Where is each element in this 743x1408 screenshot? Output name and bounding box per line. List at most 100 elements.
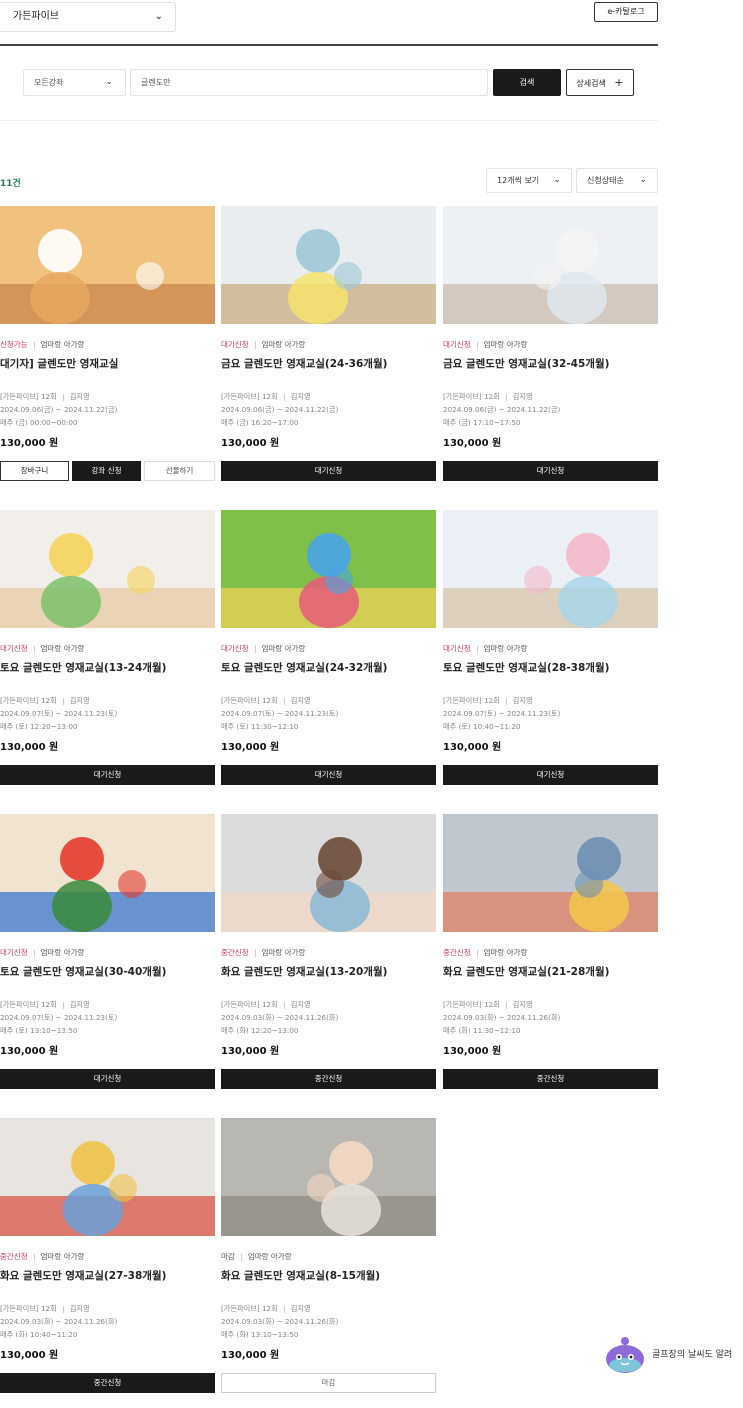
course-thumbnail[interactable]: [221, 814, 436, 932]
gift-button[interactable]: 선물하기: [144, 461, 215, 481]
apply-button[interactable]: 대기신청: [443, 765, 658, 785]
apply-button[interactable]: 대기신청: [221, 461, 436, 481]
course-thumbnail[interactable]: [221, 510, 436, 628]
tag-divider: [254, 949, 256, 957]
course-title[interactable]: 화요 글렌도만 영재교실(8-15개월): [221, 1268, 380, 1283]
category-label: 엄마랑 아가랑: [40, 644, 85, 653]
course-info-line: [가든파이브] 12회 김지영: [221, 1000, 311, 1010]
course-period: 2024.09.03(화) ~ 2024.11.26(화): [221, 1317, 339, 1326]
tag-divider: [33, 645, 35, 653]
course-info-line: [가든파이브] 12회 김지영: [443, 1000, 533, 1010]
advanced-search-label: 상세검색: [576, 79, 606, 88]
apply-button[interactable]: 대기신청: [0, 765, 215, 785]
status-badge: 대기신청: [0, 948, 28, 957]
tag-divider: [33, 1253, 35, 1261]
teacher-name: 김지영: [512, 696, 533, 705]
apply-button[interactable]: 대기신청: [443, 461, 658, 481]
course-tags: 대기신청 엄마랑 아가랑: [221, 339, 305, 350]
course-title[interactable]: 화요 글렌도만 영재교실(27-38개월): [0, 1268, 166, 1283]
course-thumbnail[interactable]: [221, 1118, 436, 1236]
course-card[interactable]: 중간신청 엄마랑 아가랑화요 글렌도만 영재교실(27-38개월) [가든파이브] …: [0, 1118, 215, 1408]
course-period: 2024.09.03(화) ~ 2024.11.26(화): [0, 1317, 118, 1326]
apply-button[interactable]: 대기신청: [0, 1069, 215, 1089]
category-label: 엄마랑 아가랑: [483, 644, 528, 653]
course-tags: 대기신청 엄마랑 아가랑: [0, 643, 84, 654]
category-label: 엄마랑 아가랑: [483, 340, 528, 349]
course-title[interactable]: 대기자] 글렌도만 영재교실: [0, 356, 118, 371]
branch-sessions: [가든파이브] 12회: [0, 1304, 57, 1313]
tag-divider: [476, 645, 478, 653]
course-schedule: 매주 (화) 11:30~12:10: [443, 1026, 521, 1035]
course-title[interactable]: 토요 글렌도만 영재교실(24-32개월): [221, 660, 387, 675]
status-badge: 중간신청: [221, 948, 249, 957]
category-label: 엄마랑 아가랑: [247, 1252, 292, 1261]
meta-divider: [62, 697, 64, 705]
course-card[interactable]: 대기신청 엄마랑 아가랑 금요 글렌도만 영재교실(24-36개월) [가든파이브] …: [221, 206, 436, 496]
course-price: 130,000 원: [0, 1350, 59, 1361]
course-period: 2024.09.03(화) ~ 2024.11.26(화): [221, 1013, 339, 1022]
per-page-select[interactable]: 12개씩 보기 ⌄: [486, 168, 572, 193]
course-thumbnail[interactable]: [0, 1118, 215, 1236]
tag-divider: [476, 341, 478, 349]
course-thumbnail[interactable]: [443, 510, 658, 628]
search-input[interactable]: 글렌도만: [130, 69, 488, 96]
course-period: 2024.09.06(금) ~ 2024.11.22(금): [0, 405, 118, 414]
course-info-line: [가든파이브] 12회 김지영: [0, 1000, 90, 1010]
apply-button[interactable]: 강좌 신청: [72, 461, 141, 481]
course-price: 130,000 원: [0, 742, 59, 753]
meta-divider: [283, 1305, 285, 1313]
status-badge: 대기신청: [221, 340, 249, 349]
tag-divider: [254, 645, 256, 653]
course-type-select[interactable]: 모든강좌 ⌄: [23, 69, 126, 96]
course-card[interactable]: 대기신청 엄마랑 아가랑 토요 글렌도만 영재교실(13-24개월) [가든파이브] …: [0, 510, 215, 800]
chatbot-widget[interactable]: 골프장의 날씨도 알려: [604, 1335, 743, 1375]
course-title[interactable]: 금요 글렌도만 영재교실(32-45개월): [443, 356, 609, 371]
course-title[interactable]: 화요 글렌도만 영재교실(21-28개월): [443, 964, 609, 979]
sort-select[interactable]: 신청상태순 ⌄: [576, 168, 658, 193]
status-badge: 대기신청: [443, 340, 471, 349]
course-card[interactable]: 신청가능 엄마랑 아가랑 대기자] 글렌도만 영재교실 [가든파이브] 12회 김지영 2…: [0, 206, 215, 496]
meta-divider: [505, 1001, 507, 1009]
status-badge: 중간신청: [0, 1252, 28, 1261]
course-thumbnail[interactable]: [443, 814, 658, 932]
course-card[interactable]: 중간신청 엄마랑 아가랑 화요 글렌도만 영재교실(13-20개월) [가든파이브] …: [221, 814, 436, 1104]
course-price: 130,000 원: [0, 438, 59, 449]
ecatalog-button[interactable]: e-카탈로그: [594, 2, 658, 22]
closed-button[interactable]: 마감: [221, 1373, 436, 1393]
cart-button[interactable]: 장바구니: [0, 461, 69, 481]
course-thumbnail[interactable]: [0, 814, 215, 932]
course-card[interactable]: 마감 엄마랑 아가랑화요 글렌도만 영재교실(8-15개월) [가든파이브] 12회…: [221, 1118, 436, 1408]
course-thumbnail[interactable]: [221, 206, 436, 324]
branch-select[interactable]: 가든파이브 ⌄: [0, 2, 176, 32]
advanced-search-button[interactable]: 상세검색 +: [566, 69, 634, 96]
course-thumbnail[interactable]: [443, 206, 658, 324]
course-title[interactable]: 토요 글렌도만 영재교실(13-24개월): [0, 660, 166, 675]
apply-button[interactable]: 대기신청: [221, 765, 436, 785]
tag-divider: [33, 341, 35, 349]
course-title[interactable]: 금요 글렌도만 영재교실(24-36개월): [221, 356, 387, 371]
branch-select-value: 가든파이브: [13, 11, 59, 22]
chevron-down-icon: ⌄: [105, 77, 113, 87]
course-thumbnail[interactable]: [0, 510, 215, 628]
category-label: 엄마랑 아가랑: [40, 1252, 85, 1261]
course-card[interactable]: 대기신청 엄마랑 아가랑 토요 글렌도만 영재교실(30-40개월) [가든파이브] …: [0, 814, 215, 1104]
course-card[interactable]: 대기신청 엄마랑 아가랑 토요 글렌도만 영재교실(24-32개월) [가든파이브] …: [221, 510, 436, 800]
chevron-down-icon: ⌄: [639, 175, 647, 185]
course-title[interactable]: 토요 글렌도만 영재교실(30-40개월): [0, 964, 166, 979]
course-price: 130,000 원: [221, 1350, 280, 1361]
per-page-value: 12개씩 보기: [497, 176, 540, 185]
course-thumbnail[interactable]: [0, 206, 215, 324]
course-card[interactable]: 중간신청 엄마랑 아가랑 화요 글렌도만 영재교실(21-28개월) [가든파이브] …: [443, 814, 658, 1104]
search-button[interactable]: 검색: [493, 69, 561, 96]
course-title[interactable]: 토요 글렌도만 영재교실(28-38개월): [443, 660, 609, 675]
course-schedule: 매주 (금) 00:00~00:00: [0, 418, 78, 427]
apply-button[interactable]: 중간신청: [443, 1069, 658, 1089]
apply-button[interactable]: 중간신청: [0, 1373, 215, 1393]
course-title[interactable]: 화요 글렌도만 영재교실(13-20개월): [221, 964, 387, 979]
result-count: 11건: [0, 179, 21, 189]
course-card[interactable]: 대기신청 엄마랑 아가랑 금요 글렌도만 영재교실(32-45개월) [가든파이브] …: [443, 206, 658, 496]
branch-sessions: [가든파이브] 12회: [221, 1304, 278, 1313]
course-card[interactable]: 대기신청 엄마랑 아가랑 토요 글렌도만 영재교실(28-38개월) [가든파이브] …: [443, 510, 658, 800]
apply-button[interactable]: 중간신청: [221, 1069, 436, 1089]
course-info-line: [가든파이브] 12회 김지영: [0, 392, 90, 402]
